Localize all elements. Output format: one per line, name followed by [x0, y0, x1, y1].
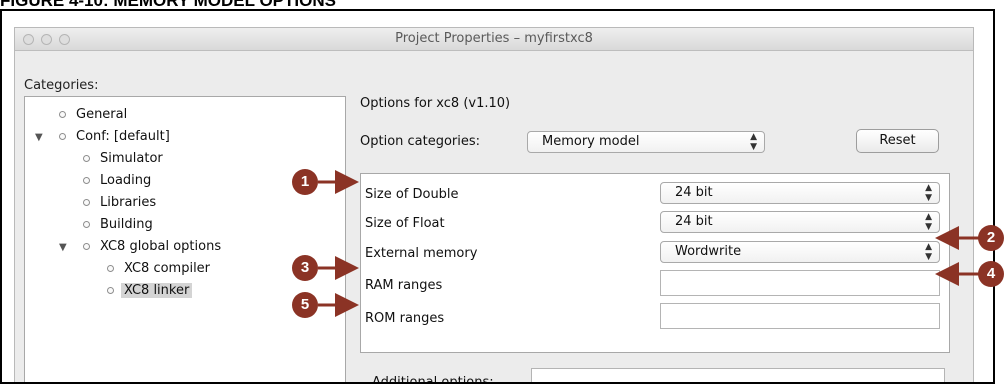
- callout-arrows: [318, 170, 980, 317]
- callout-5-badge: 5: [292, 292, 318, 318]
- callout-3-badge: 3: [292, 255, 318, 281]
- callout-4-badge: 4: [978, 261, 1004, 287]
- callout-1-badge: 1: [292, 169, 318, 195]
- callout-2-badge: 2: [978, 225, 1004, 251]
